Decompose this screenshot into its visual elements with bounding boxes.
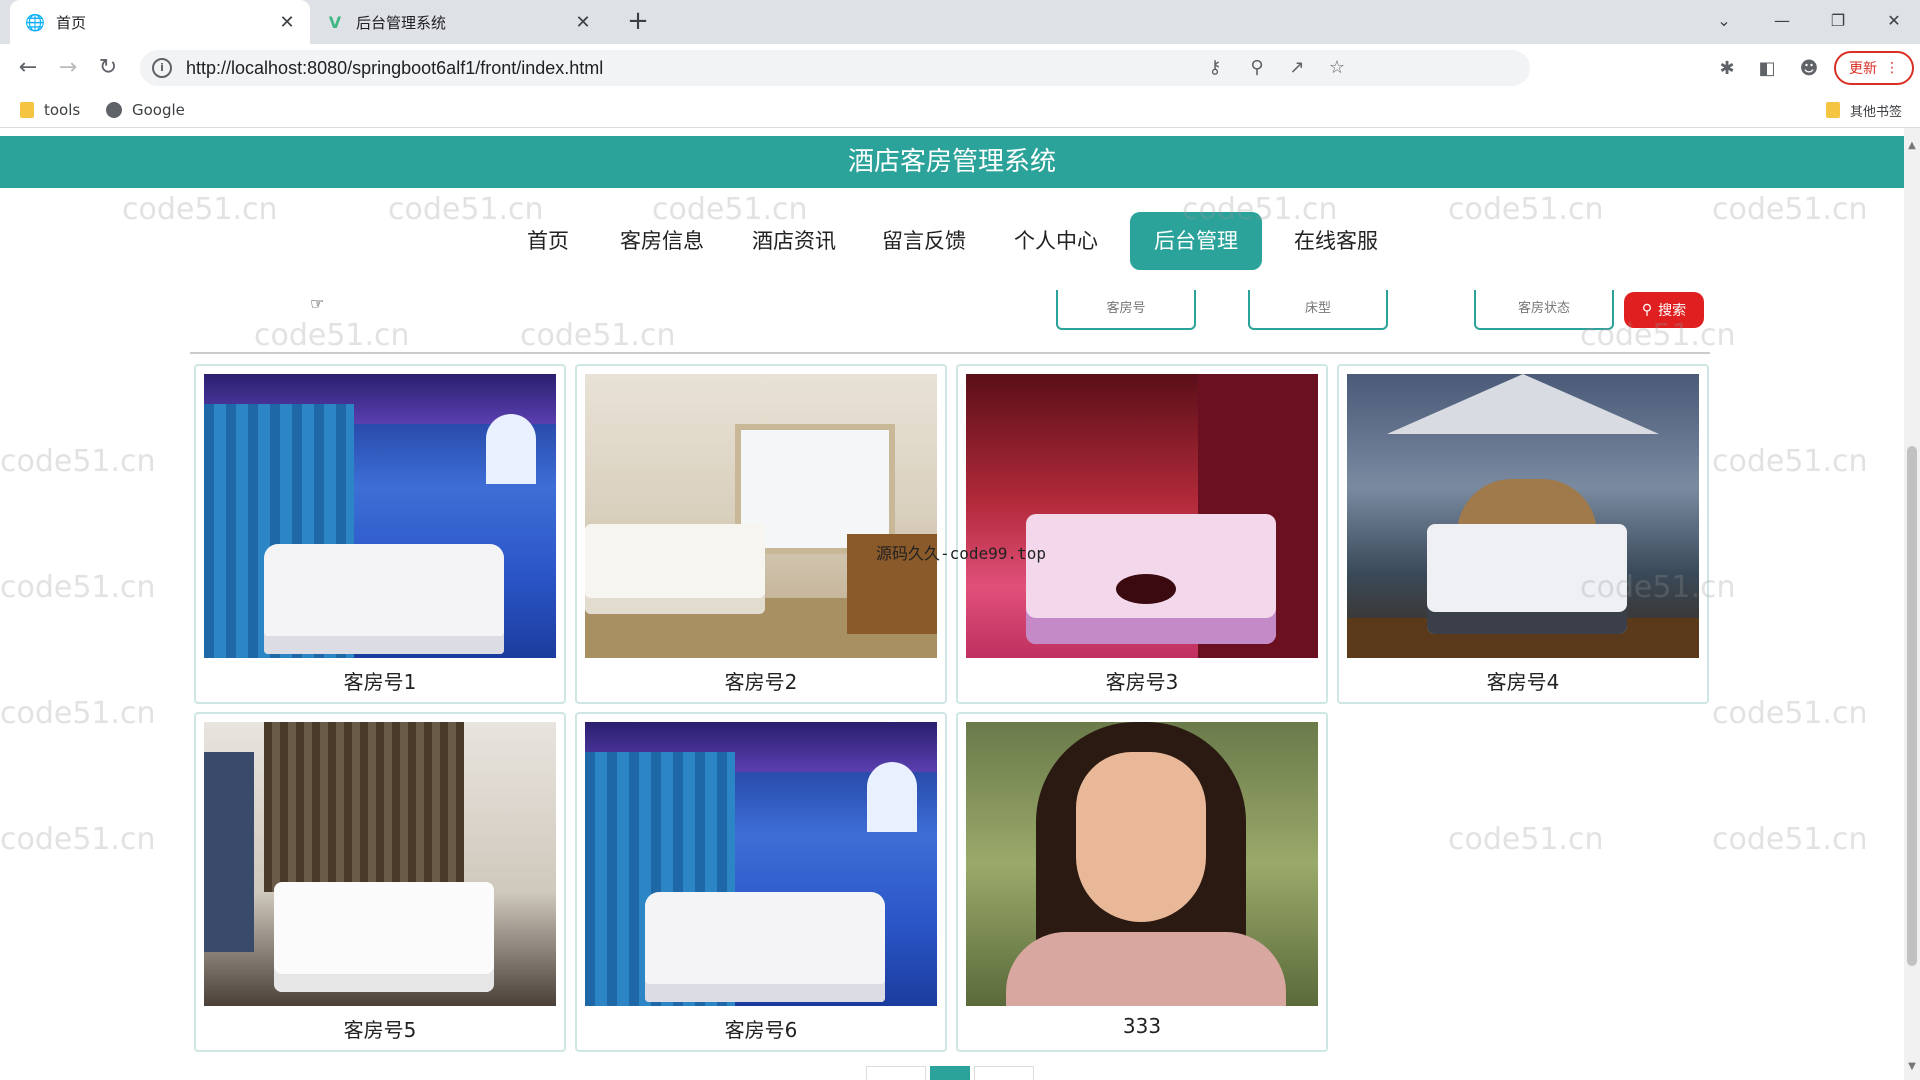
bookmark-label: tools — [44, 101, 81, 119]
page-current-button[interactable] — [930, 1066, 970, 1080]
bookmark-label: 其他书签 — [1850, 104, 1903, 120]
nav-room-info[interactable]: 客房信息 — [612, 212, 712, 270]
page-prev-button[interactable] — [866, 1066, 926, 1080]
room-image[interactable] — [204, 374, 556, 658]
other-bookmarks[interactable]: 其他书签 — [1826, 98, 1902, 122]
minimize-icon[interactable]: — — [1754, 0, 1810, 40]
room-no-input[interactable]: 客房号 — [1056, 290, 1196, 330]
address-bar: ← → ↻ i http://localhost:8080/springboot… — [0, 44, 1920, 92]
browser-tab-home[interactable]: 🌐 首页 ✕ — [10, 0, 310, 44]
menu-dots-icon: ⋮ — [1885, 60, 1899, 76]
watermark: code51.cn — [0, 822, 156, 857]
nav-admin[interactable]: 后台管理 — [1130, 212, 1262, 270]
room-card[interactable]: 客房号4 — [1337, 364, 1709, 704]
tab-title: 后台管理系统 — [356, 13, 447, 32]
update-label: 更新 — [1849, 61, 1877, 77]
room-image[interactable] — [585, 722, 937, 1006]
watermark: code51.cn — [0, 570, 156, 605]
folder-icon — [20, 102, 34, 118]
room-card[interactable]: 333 — [956, 712, 1328, 1052]
site-title-banner: 酒店客房管理系统 — [0, 136, 1904, 188]
nav-online-service[interactable]: 在线客服 — [1286, 212, 1386, 270]
room-caption[interactable]: 客房号2 — [577, 666, 945, 696]
bookmarks-bar: tools Google 其他书签 — [0, 92, 1920, 128]
sidepanel-icon[interactable]: ◧ — [1754, 56, 1780, 82]
search-button-label: 搜索 — [1658, 303, 1687, 319]
room-card[interactable]: 客房号1 — [194, 364, 566, 704]
bookmark-label: Google — [132, 101, 185, 119]
star-icon[interactable]: ☆ — [1322, 50, 1352, 86]
globe-icon — [106, 102, 122, 118]
profile-icon[interactable]: ☻ — [1796, 56, 1822, 82]
globe-icon: 🌐 — [25, 12, 45, 32]
search-bar: 客房号 床型 客房状态 ⚲ 搜索 — [0, 290, 1904, 332]
watermark: code51.cn — [1448, 822, 1604, 857]
search-icon: ⚲ — [1641, 302, 1653, 318]
close-icon[interactable]: ✕ — [276, 12, 298, 33]
room-image[interactable] — [966, 374, 1318, 658]
share-icon[interactable]: ↗ — [1282, 50, 1312, 86]
new-tab-button[interactable]: + — [624, 8, 652, 36]
room-card[interactable]: 客房号3 — [956, 364, 1328, 704]
page-scrollbar[interactable]: ▲ ▼ — [1904, 128, 1920, 1080]
overlay-text: 源码久久-code99.top — [876, 544, 1046, 563]
zoom-icon[interactable]: ⚲ — [1242, 50, 1272, 86]
room-caption[interactable]: 333 — [958, 1014, 1326, 1044]
nav-hotel-news[interactable]: 酒店资讯 — [744, 212, 844, 270]
nav-home[interactable]: 首页 — [516, 212, 580, 270]
room-card[interactable]: 客房号5 — [194, 712, 566, 1052]
mouse-cursor-icon: ☞ — [310, 294, 325, 313]
site-info-icon[interactable]: i — [152, 58, 172, 78]
room-caption[interactable]: 客房号5 — [196, 1014, 564, 1044]
watermark: code51.cn — [1712, 696, 1868, 731]
room-caption[interactable]: 客房号1 — [196, 666, 564, 696]
nav-personal-center[interactable]: 个人中心 — [1006, 212, 1106, 270]
close-icon[interactable]: ✕ — [572, 12, 594, 33]
browser-tab-admin[interactable]: V 后台管理系统 ✕ — [316, 0, 606, 44]
room-image[interactable] — [204, 722, 556, 1006]
update-button[interactable]: 更新 ⋮ — [1834, 51, 1914, 85]
restore-icon[interactable]: ❐ — [1810, 0, 1866, 40]
search-button[interactable]: ⚲ 搜索 — [1624, 292, 1704, 328]
window-close-icon[interactable]: ✕ — [1866, 0, 1920, 40]
key-icon[interactable]: ⚷ — [1200, 50, 1230, 86]
page-viewport: 酒店客房管理系统 首页 客房信息 酒店资讯 留言反馈 个人中心 后台管理 在线客… — [0, 128, 1920, 1080]
room-card[interactable]: 客房号2 — [575, 364, 947, 704]
tab-title: 首页 — [56, 13, 87, 32]
watermark: code51.cn — [1712, 444, 1868, 479]
room-image[interactable] — [966, 722, 1318, 1006]
watermark: code51.cn — [1712, 822, 1868, 857]
pagination — [866, 1066, 1034, 1080]
reload-icon[interactable]: ↻ — [94, 54, 122, 82]
page-next-button[interactable] — [974, 1066, 1034, 1080]
url-text: http://localhost:8080/springboot6alf1/fr… — [186, 57, 604, 78]
room-caption[interactable]: 客房号3 — [958, 666, 1326, 696]
room-caption[interactable]: 客房号4 — [1339, 666, 1707, 696]
scroll-down-icon[interactable]: ▼ — [1907, 1061, 1917, 1072]
bookmark-google[interactable]: Google — [106, 98, 185, 122]
bed-type-input[interactable]: 床型 — [1248, 290, 1388, 330]
scrollbar-thumb[interactable] — [1907, 446, 1917, 966]
back-icon[interactable]: ← — [14, 54, 42, 82]
room-caption[interactable]: 客房号6 — [577, 1014, 945, 1044]
browser-tab-bar: 🌐 首页 ✕ V 后台管理系统 ✕ + ⌄ — ❐ ✕ — [0, 0, 1920, 44]
tab-search-icon[interactable]: ⌄ — [1696, 0, 1752, 40]
room-card[interactable]: 客房号6 — [575, 712, 947, 1052]
extensions-icon[interactable]: ✱ — [1714, 56, 1740, 82]
nav-feedback[interactable]: 留言反馈 — [874, 212, 974, 270]
url-field[interactable]: i http://localhost:8080/springboot6alf1/… — [140, 50, 1530, 86]
watermark: code51.cn — [0, 444, 156, 479]
scroll-up-icon[interactable]: ▲ — [1907, 140, 1917, 151]
forward-icon[interactable]: → — [54, 54, 82, 82]
room-status-input[interactable]: 客房状态 — [1474, 290, 1614, 330]
room-image[interactable] — [585, 374, 937, 658]
folder-icon — [1826, 102, 1840, 118]
divider — [190, 352, 1710, 354]
main-nav: 首页 客房信息 酒店资讯 留言反馈 个人中心 后台管理 在线客服 — [0, 212, 1904, 270]
room-image[interactable] — [1347, 374, 1699, 658]
bookmark-tools[interactable]: tools — [20, 98, 80, 122]
watermark: code51.cn — [0, 696, 156, 731]
vue-icon: V — [328, 12, 342, 32]
